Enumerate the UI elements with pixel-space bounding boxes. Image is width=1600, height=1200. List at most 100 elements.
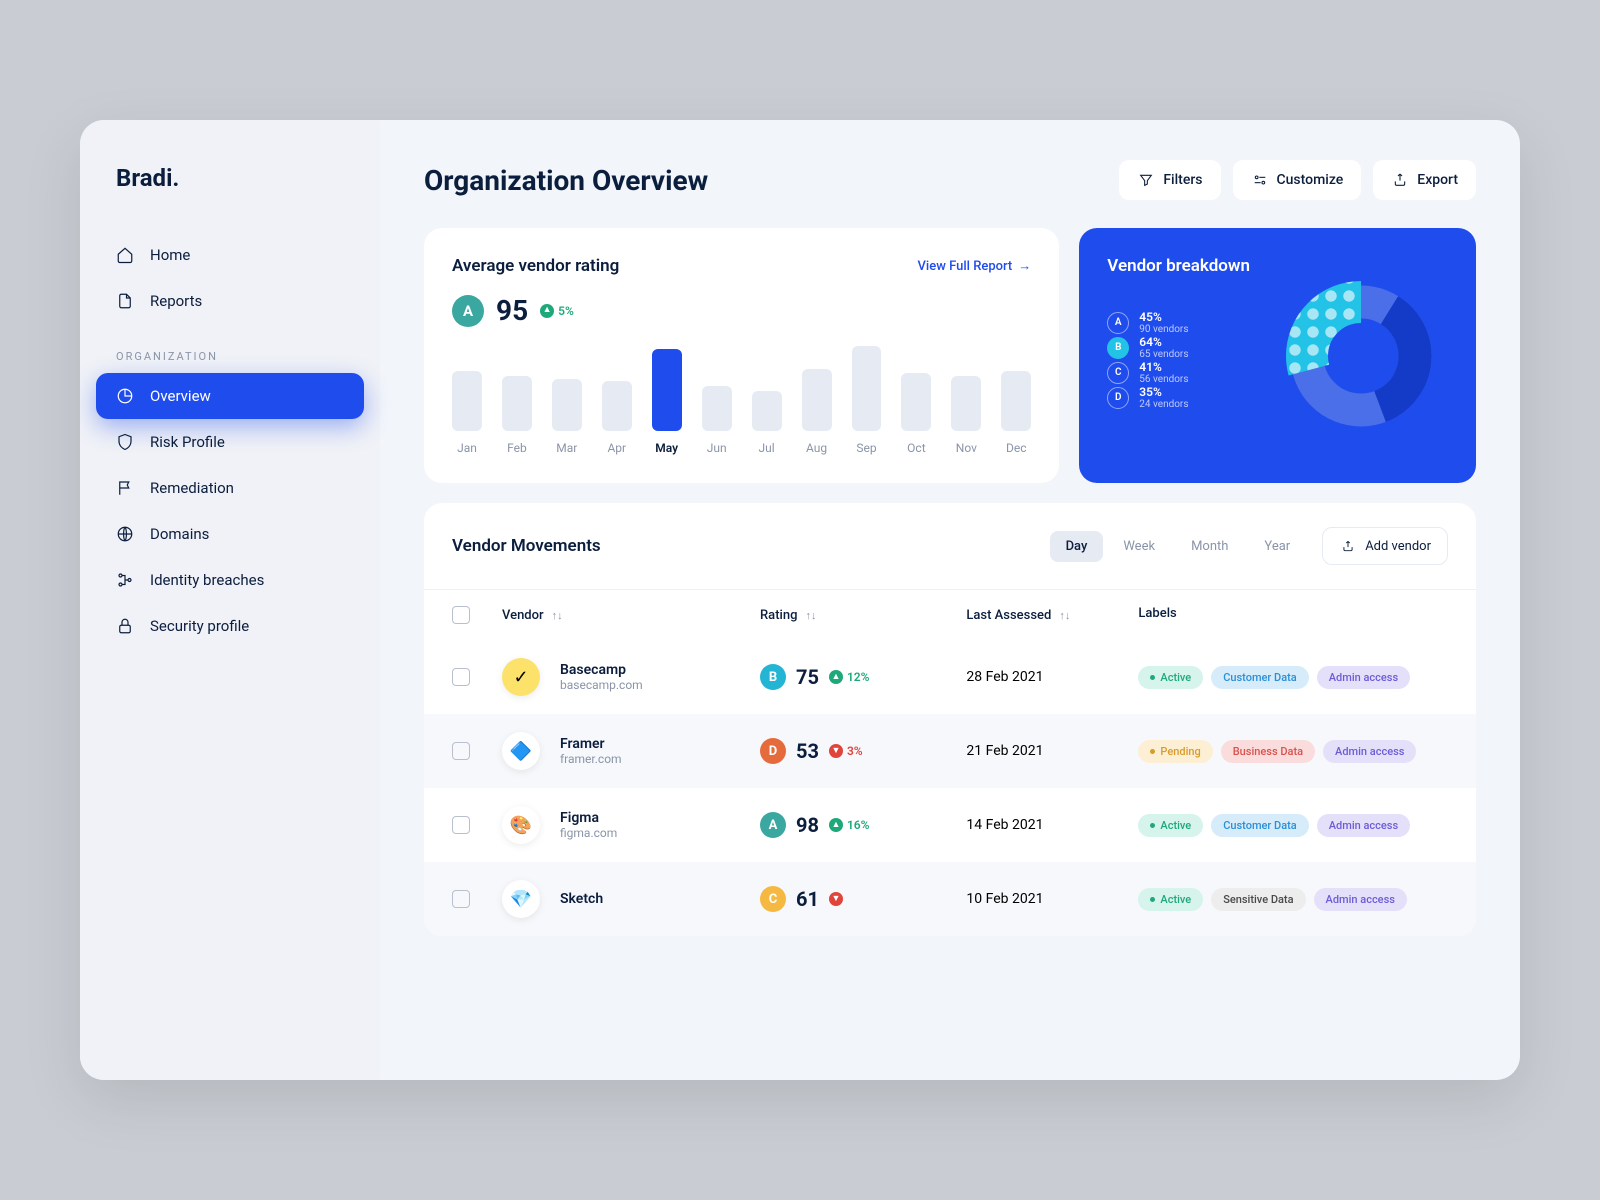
sidebar-item-security-profile[interactable]: Security profile [80,603,380,649]
bar-nov[interactable]: Nov [951,376,981,455]
period-tab-week[interactable]: Week [1107,531,1171,562]
label-pill: Sensitive Data [1211,888,1305,911]
arrow-right-icon: → [1018,258,1031,274]
bar-sep[interactable]: Sep [852,346,882,455]
sidebar-item-identity-breaches[interactable]: Identity breaches [80,557,380,603]
customize-button[interactable]: Customize [1233,160,1362,200]
add-vendor-button[interactable]: Add vendor [1322,527,1448,565]
app-window: Bradi. HomeReports ORGANIZATION Overview… [80,120,1520,1080]
breakdown-card: Vendor breakdown A45%90 vendorsB64%65 ve… [1079,228,1476,483]
period-tab-day[interactable]: Day [1050,531,1104,562]
bar-dec[interactable]: Dec [1001,371,1031,455]
sidebar-item-risk-profile[interactable]: Risk Profile [80,419,380,465]
period-tab-year[interactable]: Year [1248,531,1306,562]
vendor-name: Figma [560,810,617,826]
sidebar-item-remediation[interactable]: Remediation [80,465,380,511]
rating-value: 98 [796,813,819,837]
bar [951,376,981,431]
bar-label: Mar [556,441,577,455]
bar-label: May [655,441,678,455]
rating-value: 53 [796,739,819,763]
nav-item-label: Domains [150,525,209,543]
sidebar-item-domains[interactable]: Domains [80,511,380,557]
pie-icon [116,387,134,405]
breakdown-sub: 56 vendors [1139,374,1188,385]
export-label: Export [1417,172,1458,188]
bar-label: Jan [457,441,477,455]
label-pill: Admin access [1317,666,1410,689]
bar [1001,371,1031,431]
plus-icon [1339,537,1357,555]
table-row[interactable]: 🎨 Figmafigma.com A 98 ▲16% 14 Feb 2021 A… [424,788,1476,862]
grade-badge: C [760,886,786,912]
bar-mar[interactable]: Mar [552,379,582,455]
row-labels: ActiveCustomer DataAdmin access [1138,814,1448,837]
view-report-link[interactable]: View Full Report → [918,258,1032,274]
table-row[interactable]: 💎 Sketch C 61 ▼ 10 Feb 2021 ActiveSensit… [424,862,1476,936]
bar-label: Dec [1006,441,1027,455]
bar-may[interactable]: May [652,349,682,455]
page-title: Organization Overview [424,164,708,197]
row-labels: ActiveCustomer DataAdmin access [1138,666,1448,689]
last-assessed: 14 Feb 2021 [966,817,1138,833]
nodes-icon [116,571,134,589]
rating-delta: ▲12% [829,670,870,684]
grade-badge: A [452,295,484,327]
row-checkbox[interactable] [452,816,470,834]
breakdown-sub: 65 vendors [1139,349,1188,360]
bar [452,371,482,431]
bar-jun[interactable]: Jun [702,386,732,455]
grade-badge: A [760,812,786,838]
row-checkbox[interactable] [452,668,470,686]
label-pill: Admin access [1323,740,1416,763]
rating-value: 75 [796,665,819,689]
nav-item-reports[interactable]: Reports [80,278,380,324]
table-row[interactable]: ✓ Basecampbasecamp.com B 75 ▲12% 28 Feb … [424,640,1476,714]
last-assessed: 28 Feb 2021 [966,669,1138,685]
sort-icon[interactable]: ↑↓ [805,609,816,622]
bar-apr[interactable]: Apr [602,381,632,455]
sort-icon[interactable]: ↑↓ [1059,609,1070,622]
label-pill: Active [1138,814,1203,837]
grade-badge: C [1107,362,1129,384]
breakdown-donut [1274,256,1448,455]
table-row[interactable]: 🔷 Framerframer.com D 53 ▼3% 21 Feb 2021 … [424,714,1476,788]
breakdown-pct: 35% [1139,385,1188,399]
bar-feb[interactable]: Feb [502,376,532,455]
vendor-logo: ✓ [502,658,540,696]
filter-icon [1137,171,1155,189]
row-checkbox[interactable] [452,890,470,908]
sidebar-item-overview[interactable]: Overview [96,373,364,419]
nav-item-home[interactable]: Home [80,232,380,278]
row-checkbox[interactable] [452,742,470,760]
vendor-name: Sketch [560,891,603,907]
bar-jan[interactable]: Jan [452,371,482,455]
filters-label: Filters [1163,172,1202,188]
filters-button[interactable]: Filters [1119,160,1220,200]
brand-logo: Bradi. [80,164,380,232]
cards-row: Average vendor rating View Full Report →… [424,228,1476,483]
period-tabs: DayWeekMonthYear [1050,531,1307,562]
export-button[interactable]: Export [1373,160,1476,200]
sidebar: Bradi. HomeReports ORGANIZATION Overview… [80,120,380,1080]
select-all-checkbox[interactable] [452,606,470,624]
bar [602,381,632,431]
period-tab-month[interactable]: Month [1175,531,1244,562]
nav-item-label: Overview [150,387,211,405]
nav-item-label: Identity breaches [150,571,264,589]
vendor-logo: 🔷 [502,732,540,770]
vendor-movements-card: Vendor Movements DayWeekMonthYear Add ve… [424,503,1476,936]
bar [901,373,931,431]
breakdown-sub: 90 vendors [1139,324,1188,335]
bar-label: Jul [759,441,775,455]
sort-icon[interactable]: ↑↓ [552,609,563,622]
bar-jul[interactable]: Jul [752,391,782,455]
table-header: Vendor↑↓ Rating↑↓ Last Assessed↑↓ Labels [424,589,1476,640]
label-pill: Pending [1138,740,1212,763]
bar-aug[interactable]: Aug [802,369,832,455]
breakdown-pct: 64% [1139,335,1188,349]
bar-label: Oct [907,441,925,455]
breakdown-pct: 41% [1139,360,1188,374]
bar-oct[interactable]: Oct [901,373,931,455]
row-labels: PendingBusiness DataAdmin access [1138,740,1448,763]
